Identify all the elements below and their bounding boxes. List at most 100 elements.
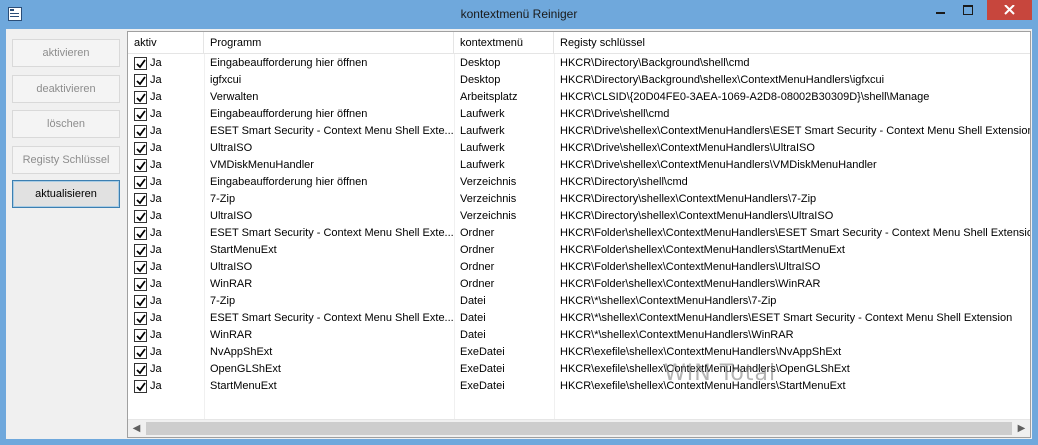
cell-registry-key: HKCR\*\shellex\ContextMenuHandlers\ESET … (560, 312, 1013, 324)
active-checkbox[interactable] (134, 210, 147, 223)
maximize-button[interactable] (954, 0, 981, 20)
table-row[interactable]: Ja OpenGLShExt ExeDatei HKCR\exefile\shelle… (128, 361, 1030, 378)
cell-aktiv: Ja (128, 191, 204, 208)
active-checkbox[interactable] (134, 91, 147, 104)
checkmark-icon (136, 297, 146, 307)
aktiv-label: Ja (150, 295, 162, 307)
aktiv-label: Ja (150, 210, 162, 222)
context-menu-list[interactable]: aktiv Programm kontextmenü Registy schlü… (127, 31, 1031, 438)
aktiv-label: Ja (150, 363, 162, 375)
cell-kontextmenue: Verzeichnis (460, 193, 517, 205)
cell-kontextmenue: ExeDatei (460, 346, 505, 358)
cell-registry-key: HKCR\Folder\shellex\ContextMenuHandlers\… (560, 261, 821, 273)
minimize-button[interactable] (926, 0, 954, 20)
table-row[interactable]: Ja Eingabeaufforderung hier öffnen Verzeic… (128, 174, 1030, 191)
cell-kontextmenue: Datei (460, 312, 486, 324)
table-row[interactable]: Ja ESET Smart Security - Context Menu She… (128, 123, 1030, 140)
active-checkbox[interactable] (134, 108, 147, 121)
table-row[interactable]: Ja UltraISO Verzeichnis HKCR\Directory\shel… (128, 208, 1030, 225)
table-row[interactable]: Ja 7-Zip Datei HKCR\*\shellex\ContextMenuHa… (128, 293, 1030, 310)
watermark-logo: WIN Total (664, 361, 777, 386)
column-header-aktiv[interactable]: aktiv (128, 32, 204, 54)
active-checkbox[interactable] (134, 193, 147, 206)
active-checkbox[interactable] (134, 159, 147, 172)
aktiv-label: Ja (150, 278, 162, 290)
cell-programm: igfxcui (210, 74, 242, 86)
column-header-programm[interactable]: Programm (204, 32, 454, 54)
cell-registry-key: HKCR\Drive\shellex\ContextMenuHandlers\V… (560, 159, 877, 171)
checkmark-icon (136, 382, 146, 392)
active-checkbox[interactable] (134, 329, 147, 342)
checkmark-icon (136, 348, 146, 358)
table-row[interactable]: Ja NvAppShExt ExeDatei HKCR\exefile\shellex… (128, 344, 1030, 361)
table-row[interactable]: Ja VMDiskMenuHandler Laufwerk HKCR\Drive\sh… (128, 157, 1030, 174)
registry-key-button[interactable]: Registy Schlüssel (12, 146, 120, 174)
window-title: kontextmenü Reiniger (460, 7, 578, 21)
checkmark-icon (136, 229, 146, 239)
active-checkbox[interactable] (134, 74, 147, 87)
deactivate-button[interactable]: deaktivieren (12, 75, 120, 103)
active-checkbox[interactable] (134, 176, 147, 189)
table-row[interactable]: Ja igfxcui Desktop HKCR\Directory\Backgroun… (128, 72, 1030, 89)
column-header-registry-key[interactable]: Registy schlüssel (554, 32, 1030, 54)
cell-aktiv: Ja (128, 344, 204, 361)
aktiv-label: Ja (150, 193, 162, 205)
table-row[interactable]: Ja WinRAR Datei HKCR\*\shellex\ContextMenuH… (128, 327, 1030, 344)
active-checkbox[interactable] (134, 312, 147, 325)
aktiv-label: Ja (150, 159, 162, 171)
cell-registry-key: HKCR\Folder\shellex\ContextMenuHandlers\… (560, 227, 1030, 239)
horizontal-scrollbar[interactable]: ◀ ▶ (128, 419, 1030, 437)
table-row[interactable]: Ja StartMenuExt ExeDatei HKCR\exefile\shell… (128, 378, 1030, 395)
table-row[interactable]: Ja 7-Zip Verzeichnis HKCR\Directory\shellex… (128, 191, 1030, 208)
checkmark-icon (136, 93, 146, 103)
cell-programm: Eingabeaufforderung hier öffnen (210, 108, 368, 120)
checkmark-icon (136, 212, 146, 222)
active-checkbox[interactable] (134, 142, 147, 155)
scroll-right-arrow-icon[interactable]: ▶ (1013, 420, 1030, 437)
table-row[interactable]: Ja UltraISO Ordner HKCR\Folder\shellex\Cont… (128, 259, 1030, 276)
column-header-kontextmenue[interactable]: kontextmenü (454, 32, 554, 54)
table-row[interactable]: Ja ESET Smart Security - Context Menu She… (128, 225, 1030, 242)
active-checkbox[interactable] (134, 346, 147, 359)
active-checkbox[interactable] (134, 363, 147, 376)
table-row[interactable]: Ja UltraISO Laufwerk HKCR\Drive\shellex\Con… (128, 140, 1030, 157)
checkmark-icon (136, 246, 146, 256)
active-checkbox[interactable] (134, 227, 147, 240)
table-row[interactable]: Ja Verwalten Arbeitsplatz HKCR\CLSID\{20D04… (128, 89, 1030, 106)
refresh-button[interactable]: aktualisieren (12, 180, 120, 208)
cell-kontextmenue: ExeDatei (460, 380, 505, 392)
scrollbar-thumb[interactable] (146, 422, 1012, 435)
active-checkbox[interactable] (134, 295, 147, 308)
cell-aktiv: Ja (128, 123, 204, 140)
aktiv-label: Ja (150, 74, 162, 86)
cell-aktiv: Ja (128, 225, 204, 242)
close-button[interactable] (987, 0, 1032, 20)
cell-programm: 7-Zip (210, 193, 236, 205)
table-row[interactable]: Ja ESET Smart Security - Context Menu She… (128, 310, 1030, 327)
table-row[interactable]: Ja Eingabeaufforderung hier öffnen Desktop… (128, 55, 1030, 72)
cell-programm: Eingabeaufforderung hier öffnen (210, 57, 368, 69)
active-checkbox[interactable] (134, 380, 147, 393)
cell-kontextmenue: Ordner (460, 261, 495, 273)
active-checkbox[interactable] (134, 261, 147, 274)
table-row[interactable]: Ja WinRAR Ordner HKCR\Folder\shellex\Contex… (128, 276, 1030, 293)
table-row[interactable]: Ja StartMenuExt Ordner HKCR\Folder\shellex\… (128, 242, 1030, 259)
cell-kontextmenue: Ordner (460, 244, 495, 256)
cell-aktiv: Ja (128, 89, 204, 106)
checkmark-icon (136, 127, 146, 137)
cell-programm: UltraISO (210, 142, 253, 154)
active-checkbox[interactable] (134, 244, 147, 257)
table-row[interactable]: Ja Eingabeaufforderung hier öffnen Laufwer… (128, 106, 1030, 123)
aktiv-label: Ja (150, 57, 162, 69)
active-checkbox[interactable] (134, 57, 147, 70)
cell-programm: VMDiskMenuHandler (210, 159, 314, 171)
title-bar[interactable]: kontextmenü Reiniger (0, 0, 1038, 29)
delete-button[interactable]: löschen (12, 110, 120, 138)
scroll-left-arrow-icon[interactable]: ◀ (128, 420, 145, 437)
active-checkbox[interactable] (134, 278, 147, 291)
cell-registry-key: HKCR\Folder\shellex\ContextMenuHandlers\… (560, 244, 845, 256)
activate-button[interactable]: aktivieren (12, 39, 120, 67)
cell-kontextmenue: Datei (460, 295, 486, 307)
aktiv-label: Ja (150, 108, 162, 120)
active-checkbox[interactable] (134, 125, 147, 138)
